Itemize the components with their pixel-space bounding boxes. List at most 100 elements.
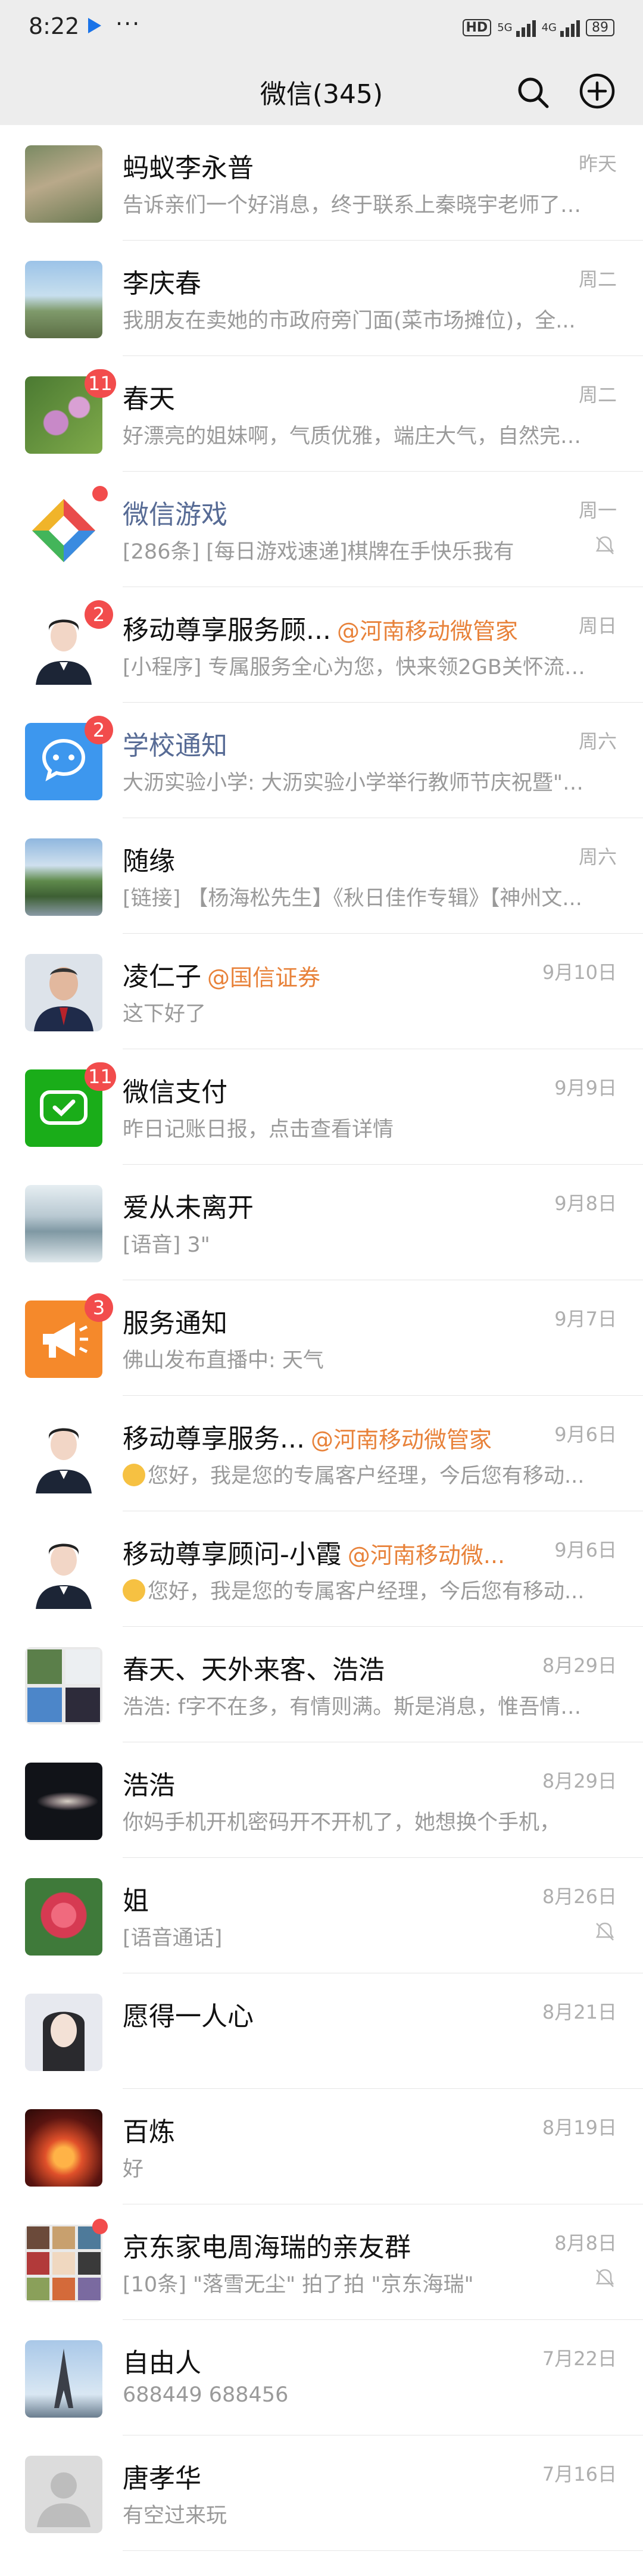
chat-preview: 昨日记账日报，点击查看详情 xyxy=(123,1118,394,1142)
chat-name: 移动尊享服务... @河南移动微管家 xyxy=(123,1424,492,1454)
unread-badge: 11 xyxy=(85,1062,116,1091)
chat-time: 周一 xyxy=(578,499,617,522)
chat-row[interactable]: 自由人 688449 688456 7月22日 xyxy=(0,2320,643,2435)
chat-name: 春天、天外来客、浩浩 xyxy=(123,1655,385,1685)
chat-time: 8月19日 xyxy=(542,2116,617,2139)
chat-row[interactable]: 蚂蚁李永普 告诉亲们一个好消息，终于联系上秦晓宇老师了！... 昨天 xyxy=(0,125,643,241)
chat-time: 9月8日 xyxy=(554,1192,617,1215)
chat-name: 爱从未离开 xyxy=(123,1193,254,1223)
chat-row[interactable]: 11 微信支付 昨日记账日报，点击查看详情 9月9日 xyxy=(0,1049,643,1165)
chat-row[interactable]: 百炼 好 8月19日 xyxy=(0,2089,643,2204)
chat-row[interactable]: 微信游戏 [286条] [每日游戏速递]棋牌在手快乐我有 周一 xyxy=(0,472,643,587)
avatar xyxy=(25,1763,102,1840)
avatar xyxy=(25,2340,102,2418)
chat-time: 8月26日 xyxy=(542,1885,617,1908)
avatar xyxy=(25,145,102,223)
chat-row[interactable]: 京东家电周海瑞的亲友群 [10条] "落雪无尘" 拍了拍 "京东海瑞" 8月8日 xyxy=(0,2204,643,2320)
chat-preview: [286条] [每日游戏速递]棋牌在手快乐我有 xyxy=(123,540,514,564)
unread-badge: 2 xyxy=(85,716,113,744)
chat-name: 唐孝华 xyxy=(123,2463,201,2494)
chat-row[interactable]: 随缘 [链接] 【杨海松先生】《秋日佳作专辑》【神州文... 周六 xyxy=(0,818,643,934)
status-indicators: HD 5G 4G 89 xyxy=(462,18,614,37)
chat-time: 周二 xyxy=(578,383,617,406)
chat-row[interactable]: 移动尊享服务... @河南移动微管家 您好，我是您的专属客户经理，今后您有移动..… xyxy=(0,1396,643,1511)
chat-name: 浩浩 xyxy=(123,1770,175,1801)
chat-time: 8月21日 xyxy=(542,2001,617,2023)
chat-row[interactable]: 爱从未离开 [语音] 3" 9月8日 xyxy=(0,1165,643,1280)
chat-name: 京东家电周海瑞的亲友群 xyxy=(123,2232,411,2263)
default-avatar-icon xyxy=(25,2456,102,2533)
chat-time: 周日 xyxy=(578,615,617,637)
avatar xyxy=(25,1416,102,1493)
chat-time: 8月8日 xyxy=(554,2232,617,2254)
chat-row[interactable]: 凌仁子 @国信证券 这下好了 9月10日 xyxy=(0,934,643,1049)
chat-row[interactable]: 愿得一人心 8月21日 xyxy=(0,1973,643,2089)
chat-row[interactable]: 浩浩 你妈手机开机密码开不开机了，她想换个手机， 8月29日 xyxy=(0,1742,643,1858)
status-time: 8:22 xyxy=(29,13,80,39)
unread-dot xyxy=(92,2219,108,2234)
add-icon[interactable] xyxy=(579,73,616,110)
avatar xyxy=(25,2109,102,2187)
chat-list: 蚂蚁李永普 告诉亲们一个好消息，终于联系上秦晓宇老师了！... 昨天 李庆春 我… xyxy=(0,125,643,2551)
chat-name: 李庆春 xyxy=(123,269,201,299)
signal-icon xyxy=(516,18,536,37)
mention-tag: @河南移动微... xyxy=(347,1542,505,1568)
chat-name: 移动尊享服务顾... @河南移动微管家 xyxy=(123,615,518,645)
chat-row[interactable]: 唐孝华 有空过来玩 7月16日 xyxy=(0,2435,643,2551)
unread-badge: 2 xyxy=(85,600,113,629)
battery-icon: 89 xyxy=(586,18,614,36)
chat-preview: 688449 688456 xyxy=(123,2383,289,2407)
status-bar: 8:22 ··· HD 5G 4G 89 xyxy=(0,0,643,60)
chat-name: 百炼 xyxy=(123,2117,175,2147)
network-5g-label: 5G xyxy=(497,21,513,34)
chat-name: 自由人 xyxy=(123,2348,201,2378)
chat-time: 9月7日 xyxy=(554,1308,617,1330)
avatar xyxy=(25,1185,102,1262)
smile-emoji-icon xyxy=(123,1464,145,1486)
chat-row[interactable]: 11 春天 好漂亮的姐妹啊，气质优雅，端庄大气，自然完美... 周二 xyxy=(0,356,643,472)
search-icon[interactable] xyxy=(516,75,550,110)
chat-name: 学校通知 xyxy=(123,731,227,761)
play-store-icon xyxy=(88,18,101,33)
smile-emoji-icon xyxy=(123,1579,145,1602)
chat-name: 姐 xyxy=(123,1886,149,1916)
chat-name: 移动尊享顾问-小霞 @河南移动微... xyxy=(123,1539,505,1570)
chat-preview: 有空过来玩 xyxy=(123,2504,227,2528)
unread-badge: 3 xyxy=(85,1293,113,1322)
chat-row[interactable]: 李庆春 我朋友在卖她的市政府旁门面(菜市场摊位)，全... 周二 xyxy=(0,241,643,356)
chat-preview: 您好，我是您的专属客户经理，今后您有移动... xyxy=(123,1459,584,1489)
chat-name: 微信游戏 xyxy=(123,500,227,530)
chat-name: 春天 xyxy=(123,384,175,414)
group-avatar xyxy=(25,1647,102,1724)
chat-preview: [语音] 3" xyxy=(123,1233,210,1257)
chat-time: 8月29日 xyxy=(542,1654,617,1677)
chat-row[interactable]: 3 服务通知 佛山发布直播中: 天气 9月7日 xyxy=(0,1280,643,1396)
chat-row[interactable]: 2 移动尊享服务顾... @河南移动微管家 [小程序] 专属服务全心为您，快来领2… xyxy=(0,587,643,703)
chat-time: 9月10日 xyxy=(542,961,617,984)
network-4g-label: 4G xyxy=(541,21,557,34)
chat-row[interactable]: 2 学校通知 大沥实验小学: 大沥实验小学举行教师节庆祝暨"美... 周六 xyxy=(0,703,643,818)
avatar xyxy=(25,1532,102,1609)
chat-row[interactable]: 姐 [语音通话] 8月26日 xyxy=(0,1858,643,1973)
chat-time: 周二 xyxy=(578,268,617,291)
avatar xyxy=(25,954,102,1031)
chat-preview: 告诉亲们一个好消息，终于联系上秦晓宇老师了！... xyxy=(123,194,587,217)
chat-time: 周六 xyxy=(578,730,617,753)
chat-row[interactable]: 移动尊享顾问-小霞 @河南移动微... 您好，我是您的专属客户经理，今后您有移动.… xyxy=(0,1511,643,1627)
chat-preview: [10条] "落雪无尘" 拍了拍 "京东海瑞" xyxy=(123,2273,474,2297)
chat-row[interactable]: 春天、天外来客、浩浩 浩浩: f字不在多，有情则满。斯是消息，惟吾情深... 8… xyxy=(0,1627,643,1742)
mention-tag: @河南移动微管家 xyxy=(310,1427,492,1453)
chat-preview: 我朋友在卖她的市政府旁门面(菜市场摊位)，全... xyxy=(123,309,576,333)
avatar xyxy=(25,261,102,338)
chat-time: 7月22日 xyxy=(542,2347,617,2370)
mute-bell-icon xyxy=(595,1922,614,1941)
chat-preview: 你妈手机开机密码开不开机了，她想换个手机， xyxy=(123,1811,561,1835)
chat-time: 9月6日 xyxy=(554,1423,617,1446)
unread-badge: 11 xyxy=(85,369,116,398)
wechat-games-icon xyxy=(25,492,102,569)
signal-icon xyxy=(560,18,580,37)
chat-time: 8月29日 xyxy=(542,1770,617,1792)
avatar xyxy=(25,1878,102,1956)
avatar xyxy=(25,1994,102,2071)
chat-preview: [小程序] 专属服务全心为您，快来领2GB关怀流量... xyxy=(123,656,587,679)
